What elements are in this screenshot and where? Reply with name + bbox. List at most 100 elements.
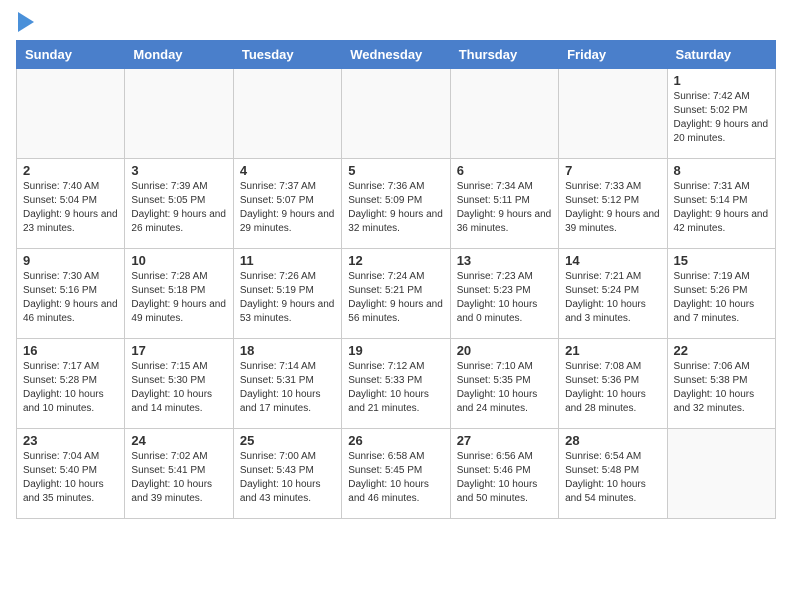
calendar-cell: 23 Sunrise: 7:04 AMSunset: 5:40 PMDayligh… [17,429,125,519]
calendar-table: SundayMondayTuesdayWednesdayThursdayFrid… [16,40,776,519]
day-info: Sunrise: 7:24 AMSunset: 5:21 PMDaylight:… [348,270,443,326]
calendar-header-wednesday: Wednesday [342,41,450,69]
day-number: 16 [23,343,118,358]
calendar-week-row: 2 Sunrise: 7:40 AMSunset: 5:04 PMDaylight… [17,159,776,249]
calendar-cell: 2 Sunrise: 7:40 AMSunset: 5:04 PMDaylight… [17,159,125,249]
calendar-week-row: 16 Sunrise: 7:17 AMSunset: 5:28 PMDayligh… [17,339,776,429]
calendar-cell [559,69,667,159]
calendar-cell: 14 Sunrise: 7:21 AMSunset: 5:24 PMDayligh… [559,249,667,339]
calendar-cell: 3 Sunrise: 7:39 AMSunset: 5:05 PMDaylight… [125,159,233,249]
day-number: 23 [23,433,118,448]
calendar-header-friday: Friday [559,41,667,69]
day-info: Sunrise: 7:00 AMSunset: 5:43 PMDaylight:… [240,450,335,506]
calendar-header-row: SundayMondayTuesdayWednesdayThursdayFrid… [17,41,776,69]
day-info: Sunrise: 7:42 AMSunset: 5:02 PMDaylight:… [674,90,769,146]
day-number: 19 [348,343,443,358]
calendar-cell: 24 Sunrise: 7:02 AMSunset: 5:41 PMDayligh… [125,429,233,519]
calendar-cell: 22 Sunrise: 7:06 AMSunset: 5:38 PMDayligh… [667,339,775,429]
day-number: 11 [240,253,335,268]
calendar-cell: 7Sunrise: 7:33 AMSunset: 5:12 PMDaylight… [559,159,667,249]
calendar-cell: 19 Sunrise: 7:12 AMSunset: 5:33 PMDayligh… [342,339,450,429]
day-number: 15 [674,253,769,268]
day-info: Sunrise: 7:30 AMSunset: 5:16 PMDaylight:… [23,270,118,326]
day-number: 25 [240,433,335,448]
day-info: Sunrise: 7:31 AMSunset: 5:14 PMDaylight:… [674,180,769,236]
logo-arrow-icon [18,12,34,32]
day-number: 12 [348,253,443,268]
calendar-cell: 20Sunrise: 7:10 AMSunset: 5:35 PMDayligh… [450,339,558,429]
day-number: 5 [348,163,443,178]
day-info: Sunrise: 7:21 AMSunset: 5:24 PMDaylight:… [565,270,660,326]
calendar-header-saturday: Saturday [667,41,775,69]
calendar-cell: 28Sunrise: 6:54 AMSunset: 5:48 PMDayligh… [559,429,667,519]
day-info: Sunrise: 6:58 AMSunset: 5:45 PMDaylight:… [348,450,443,506]
calendar-week-row: 1 Sunrise: 7:42 AMSunset: 5:02 PMDaylight… [17,69,776,159]
calendar-cell: 1 Sunrise: 7:42 AMSunset: 5:02 PMDaylight… [667,69,775,159]
day-number: 13 [457,253,552,268]
day-number: 10 [131,253,226,268]
day-number: 4 [240,163,335,178]
day-info: Sunrise: 7:17 AMSunset: 5:28 PMDaylight:… [23,360,118,416]
day-number: 18 [240,343,335,358]
day-info: Sunrise: 7:14 AMSunset: 5:31 PMDaylight:… [240,360,335,416]
calendar-cell: 4Sunrise: 7:37 AMSunset: 5:07 PMDaylight… [233,159,341,249]
day-info: Sunrise: 7:08 AMSunset: 5:36 PMDaylight:… [565,360,660,416]
calendar-cell: 13 Sunrise: 7:23 AMSunset: 5:23 PMDayligh… [450,249,558,339]
day-info: Sunrise: 7:02 AMSunset: 5:41 PMDaylight:… [131,450,226,506]
day-info: Sunrise: 7:33 AMSunset: 5:12 PMDaylight:… [565,180,660,236]
calendar-cell: 18 Sunrise: 7:14 AMSunset: 5:31 PMDayligh… [233,339,341,429]
calendar-cell: 25 Sunrise: 7:00 AMSunset: 5:43 PMDayligh… [233,429,341,519]
calendar-cell: 9 Sunrise: 7:30 AMSunset: 5:16 PMDaylight… [17,249,125,339]
day-number: 3 [131,163,226,178]
calendar-header-sunday: Sunday [17,41,125,69]
day-info: Sunrise: 7:10 AMSunset: 5:35 PMDaylight:… [457,360,552,416]
day-info: Sunrise: 7:28 AMSunset: 5:18 PMDaylight:… [131,270,226,326]
day-number: 1 [674,73,769,88]
day-info: Sunrise: 7:34 AMSunset: 5:11 PMDaylight:… [457,180,552,236]
day-number: 9 [23,253,118,268]
day-info: Sunrise: 7:15 AMSunset: 5:30 PMDaylight:… [131,360,226,416]
calendar-cell [342,69,450,159]
day-number: 21 [565,343,660,358]
day-number: 28 [565,433,660,448]
calendar-cell: 17 Sunrise: 7:15 AMSunset: 5:30 PMDayligh… [125,339,233,429]
day-number: 6 [457,163,552,178]
calendar-cell: 8 Sunrise: 7:31 AMSunset: 5:14 PMDaylight… [667,159,775,249]
day-info: Sunrise: 7:40 AMSunset: 5:04 PMDaylight:… [23,180,118,236]
calendar-cell: 27Sunrise: 6:56 AMSunset: 5:46 PMDayligh… [450,429,558,519]
day-number: 26 [348,433,443,448]
calendar-week-row: 9 Sunrise: 7:30 AMSunset: 5:16 PMDaylight… [17,249,776,339]
day-number: 17 [131,343,226,358]
day-info: Sunrise: 7:12 AMSunset: 5:33 PMDaylight:… [348,360,443,416]
day-number: 22 [674,343,769,358]
calendar-cell [17,69,125,159]
calendar-cell [450,69,558,159]
day-info: Sunrise: 7:36 AMSunset: 5:09 PMDaylight:… [348,180,443,236]
day-number: 2 [23,163,118,178]
day-info: Sunrise: 7:04 AMSunset: 5:40 PMDaylight:… [23,450,118,506]
day-info: Sunrise: 7:39 AMSunset: 5:05 PMDaylight:… [131,180,226,236]
calendar-cell: 5 Sunrise: 7:36 AMSunset: 5:09 PMDaylight… [342,159,450,249]
day-number: 8 [674,163,769,178]
day-number: 27 [457,433,552,448]
calendar-header-tuesday: Tuesday [233,41,341,69]
calendar-cell: 6 Sunrise: 7:34 AMSunset: 5:11 PMDaylight… [450,159,558,249]
calendar-week-row: 23 Sunrise: 7:04 AMSunset: 5:40 PMDayligh… [17,429,776,519]
calendar-cell: 15 Sunrise: 7:19 AMSunset: 5:26 PMDayligh… [667,249,775,339]
day-number: 24 [131,433,226,448]
calendar-cell [125,69,233,159]
day-info: Sunrise: 7:06 AMSunset: 5:38 PMDaylight:… [674,360,769,416]
calendar-header-monday: Monday [125,41,233,69]
calendar-cell: 16 Sunrise: 7:17 AMSunset: 5:28 PMDayligh… [17,339,125,429]
calendar-cell: 26 Sunrise: 6:58 AMSunset: 5:45 PMDayligh… [342,429,450,519]
calendar-cell: 21 Sunrise: 7:08 AMSunset: 5:36 PMDayligh… [559,339,667,429]
day-number: 14 [565,253,660,268]
day-info: Sunrise: 7:19 AMSunset: 5:26 PMDaylight:… [674,270,769,326]
calendar-cell: 10 Sunrise: 7:28 AMSunset: 5:18 PMDayligh… [125,249,233,339]
day-info: Sunrise: 7:26 AMSunset: 5:19 PMDaylight:… [240,270,335,326]
calendar-header-thursday: Thursday [450,41,558,69]
day-info: Sunrise: 7:23 AMSunset: 5:23 PMDaylight:… [457,270,552,326]
calendar-cell: 11 Sunrise: 7:26 AMSunset: 5:19 PMDayligh… [233,249,341,339]
calendar-cell [233,69,341,159]
calendar-cell: 12 Sunrise: 7:24 AMSunset: 5:21 PMDayligh… [342,249,450,339]
